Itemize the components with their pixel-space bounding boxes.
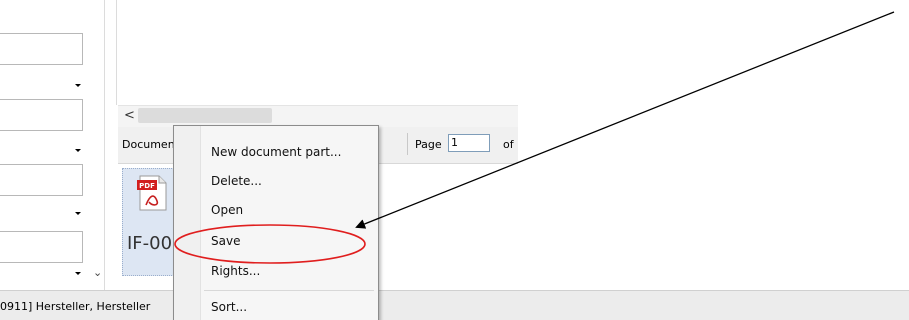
chevron-down-icon[interactable] bbox=[75, 84, 81, 87]
status-bar: 0911] Hersteller, Hersteller bbox=[0, 290, 909, 320]
pdf-icon-label: PDF bbox=[139, 182, 155, 190]
horizontal-scrollbar[interactable]: < bbox=[118, 105, 518, 127]
menu-item-rights[interactable]: Rights... bbox=[211, 264, 260, 278]
pdf-icon: PDF bbox=[137, 175, 167, 211]
menu-icon-gutter bbox=[174, 126, 201, 320]
chevron-down-icon[interactable] bbox=[75, 212, 81, 215]
scroll-down-icon[interactable]: ⌄ bbox=[93, 266, 102, 279]
status-text: 0911] Hersteller, Hersteller bbox=[0, 300, 151, 313]
chevron-down-icon[interactable] bbox=[75, 149, 81, 152]
form-field-2[interactable] bbox=[0, 99, 83, 131]
screenshot-stage: ⌄ < Documents Page 1 of PDF IF-00 0911] … bbox=[0, 0, 909, 320]
page-label: Page bbox=[415, 138, 442, 151]
form-field-3[interactable] bbox=[0, 164, 83, 196]
context-menu: New document part... Delete... Open Save… bbox=[173, 125, 379, 320]
document-name: IF-00 bbox=[127, 233, 173, 254]
toolbar-separator bbox=[407, 133, 408, 155]
menu-item-sort[interactable]: Sort... bbox=[211, 300, 247, 314]
divider bbox=[116, 0, 117, 105]
menu-separator bbox=[204, 290, 374, 291]
form-field-1[interactable] bbox=[0, 33, 83, 65]
menu-item-open[interactable]: Open bbox=[211, 203, 243, 217]
page-of-label: of bbox=[503, 138, 514, 151]
scrollbar-thumb[interactable] bbox=[138, 108, 272, 123]
chevron-down-icon[interactable] bbox=[75, 272, 81, 275]
menu-item-new-document-part[interactable]: New document part... bbox=[211, 145, 341, 159]
scroll-left-icon[interactable]: < bbox=[124, 108, 135, 123]
menu-item-delete[interactable]: Delete... bbox=[211, 174, 262, 188]
documents-label: Documents bbox=[122, 138, 174, 151]
form-field-4[interactable] bbox=[0, 231, 83, 263]
divider bbox=[104, 0, 105, 290]
form-panel: ⌄ bbox=[0, 0, 108, 290]
page-number-input[interactable]: 1 bbox=[448, 134, 490, 152]
document-tile[interactable]: PDF IF-00 bbox=[122, 168, 180, 276]
menu-item-save[interactable]: Save bbox=[211, 234, 240, 248]
